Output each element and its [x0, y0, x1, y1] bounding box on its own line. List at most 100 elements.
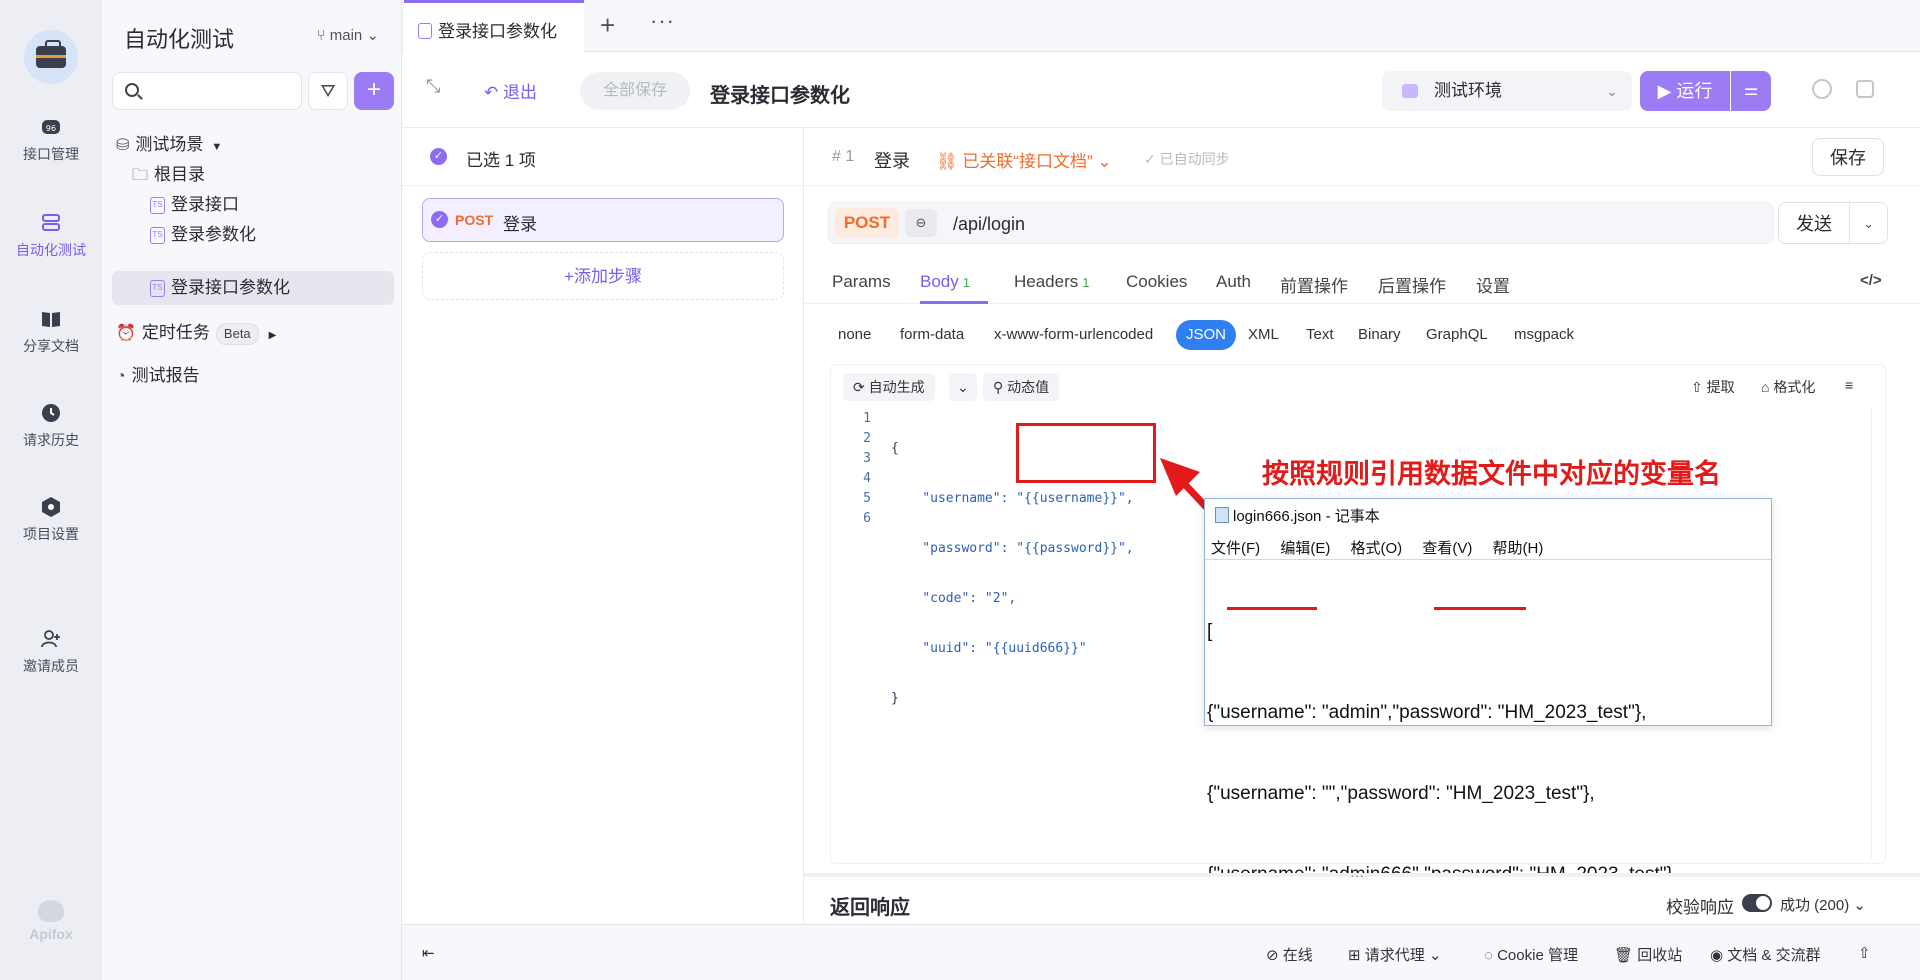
body-type-urlencoded[interactable]: x-www-form-urlencoded	[994, 326, 1153, 343]
environment-select[interactable]: 测试环境 ⌄	[1382, 71, 1632, 111]
dynamic-value-button[interactable]: ⚲ 动态值	[983, 373, 1060, 401]
request-name: 登录	[874, 151, 910, 171]
menu-file[interactable]: 文件(F)	[1211, 540, 1260, 557]
add-user-icon	[41, 630, 60, 648]
body-type-none[interactable]: none	[838, 326, 871, 343]
run-options-button[interactable]: ⚌	[1731, 71, 1771, 111]
history-icon[interactable]	[1812, 79, 1832, 99]
chevron-down-icon: ⌄	[957, 379, 969, 395]
body-type-graphql[interactable]: GraphQL	[1426, 326, 1488, 343]
alarm-icon: ⏰	[116, 325, 136, 342]
menu-edit[interactable]: 编辑(E)	[1280, 540, 1330, 557]
scenario-title: 登录接口参数化	[710, 85, 850, 107]
resize-handle[interactable]: ···	[1350, 867, 1364, 883]
body-type-msgpack[interactable]: msgpack	[1514, 326, 1574, 343]
add-step-button[interactable]: +添加步骤	[422, 252, 784, 300]
rail-item-invite[interactable]: 邀请成员	[0, 628, 102, 676]
search-input[interactable]	[112, 72, 302, 110]
notepad-text[interactable]: [ {"username": "admin","password": "HM_2…	[1205, 559, 1771, 966]
briefcase-icon	[36, 40, 66, 68]
tree-item-login-api-param[interactable]: TS 登录接口参数化	[112, 271, 394, 305]
variable-highlight-box	[1016, 423, 1156, 483]
extract-button[interactable]: ⇧ 提取	[1691, 377, 1735, 397]
send-options-button[interactable]: ⌄	[1850, 202, 1888, 244]
recycle-bin[interactable]: 🗑 回收站	[1614, 944, 1682, 965]
tree-item-scheduled[interactable]: ⏰ 定时任务 Beta ▶	[112, 316, 394, 350]
username-underline	[1227, 607, 1317, 610]
new-tab-button[interactable]: +	[600, 10, 615, 41]
link-icon: ⛓	[936, 152, 963, 171]
more-tabs-button[interactable]: ···	[650, 8, 675, 34]
tree-item-root[interactable]: 🗀 根目录	[112, 158, 394, 192]
filter-button[interactable]: ⛛	[308, 72, 348, 110]
rail-item-automation[interactable]: 自动化测试	[0, 212, 102, 260]
sidebar-title: 自动化测试	[124, 27, 235, 52]
code-icon[interactable]: </>	[1860, 272, 1882, 289]
menu-view[interactable]: 查看(V)	[1422, 540, 1472, 557]
body-type-xml[interactable]: XML	[1248, 326, 1279, 343]
wrap-icon[interactable]: ≡	[1845, 377, 1853, 393]
body-type-binary[interactable]: Binary	[1358, 326, 1401, 343]
brand-logo: Apifox	[0, 900, 102, 942]
tab-cookies[interactable]: Cookies	[1126, 272, 1187, 292]
rail-item-api[interactable]: 96 接口管理	[0, 116, 102, 164]
select-all-checkbox[interactable]: ✓	[430, 148, 447, 165]
api-icon: 96	[42, 120, 60, 134]
plus-icon: +	[366, 76, 381, 103]
validate-toggle[interactable]	[1742, 894, 1772, 912]
menu-format[interactable]: 格式(O)	[1351, 540, 1403, 557]
tab-auth[interactable]: Auth	[1216, 272, 1251, 292]
body-type-text[interactable]: Text	[1306, 326, 1334, 343]
exit-button[interactable]: ↶ 退出	[484, 78, 537, 103]
left-rail: 96 接口管理 自动化测试 分享文档 请求历史 项目设置 邀请成员 Apifox	[0, 0, 102, 980]
chevron-down-icon: ⌄	[362, 27, 379, 44]
cookie-icon: ◌	[1484, 947, 1498, 964]
editor-scrollbar[interactable]	[1871, 409, 1885, 859]
tree-item-scenes[interactable]: ⛁ 测试场景 ▼	[112, 128, 394, 162]
save-button[interactable]: 保存	[1812, 138, 1884, 176]
tab-body[interactable]: Body 1	[920, 272, 970, 292]
save-all-button[interactable]: 全部保存	[580, 72, 690, 110]
tree-item-reports[interactable]: ◔ 测试报告	[112, 359, 394, 393]
online-status[interactable]: ⊘ 在线	[1266, 944, 1313, 965]
docs-community[interactable]: ◉ 文档 & 交流群	[1710, 944, 1821, 965]
text-line: [	[1207, 621, 1213, 642]
step-item-login[interactable]: ✓ POST 登录	[422, 198, 784, 242]
send-button[interactable]: 发送	[1778, 202, 1850, 244]
tree-item-login-api[interactable]: TS 登录接口	[112, 188, 394, 222]
upgrade-icon[interactable]: ⇧	[1858, 944, 1871, 962]
tab-settings[interactable]: 设置	[1476, 272, 1510, 297]
rail-item-share-docs[interactable]: 分享文档	[0, 308, 102, 356]
tab-post-processors[interactable]: 后置操作	[1378, 272, 1446, 297]
linked-doc-dropdown[interactable]: ⛓ 已关联“接口文档” ⌄	[936, 147, 1112, 172]
tab-pre-processors[interactable]: 前置操作	[1280, 272, 1348, 297]
tree-item-login-param[interactable]: TS 登录参数化	[112, 218, 394, 252]
menu-help[interactable]: 帮助(H)	[1493, 540, 1544, 557]
add-button[interactable]: +	[354, 72, 394, 110]
body-type-json[interactable]: JSON	[1176, 320, 1237, 350]
rail-item-settings[interactable]: 项目设置	[0, 496, 102, 544]
copy-icon[interactable]	[1856, 80, 1874, 98]
run-button[interactable]: ▶ 运行	[1640, 71, 1730, 111]
response-status-select[interactable]: 成功 (200) ⌄	[1780, 894, 1866, 915]
rail-item-history[interactable]: 请求历史	[0, 402, 102, 450]
method-select[interactable]: POST	[835, 208, 899, 238]
link-icon[interactable]: ⊖	[905, 209, 937, 237]
chevron-down-icon: ⌄	[1606, 83, 1618, 99]
auto-generate-button[interactable]: ⟳ 自动生成	[843, 373, 935, 401]
format-button[interactable]: ⌂ 格式化	[1761, 377, 1815, 397]
proxy-menu[interactable]: ⊞ 请求代理 ⌄	[1348, 944, 1442, 965]
tab-params[interactable]: Params	[832, 272, 891, 292]
cookie-manager[interactable]: ◌ Cookie 管理	[1484, 944, 1578, 965]
auto-generate-dropdown[interactable]: ⌄	[949, 373, 977, 401]
branch-selector[interactable]: ⑂ main ⌄	[317, 26, 379, 44]
collapse-sidebar-icon[interactable]: ⇤	[422, 944, 435, 962]
project-logo[interactable]	[24, 30, 78, 84]
expand-icon[interactable]: ⤡	[426, 76, 440, 97]
tab-headers[interactable]: Headers 1	[1014, 272, 1090, 292]
step-checkbox[interactable]: ✓	[431, 211, 448, 228]
selected-count: 已选 1 项	[466, 151, 536, 170]
url-input[interactable]: /api/login	[953, 214, 1025, 235]
tab-login-api-param[interactable]: 登录接口参数化	[404, 0, 584, 52]
body-type-form-data[interactable]: form-data	[900, 326, 964, 343]
